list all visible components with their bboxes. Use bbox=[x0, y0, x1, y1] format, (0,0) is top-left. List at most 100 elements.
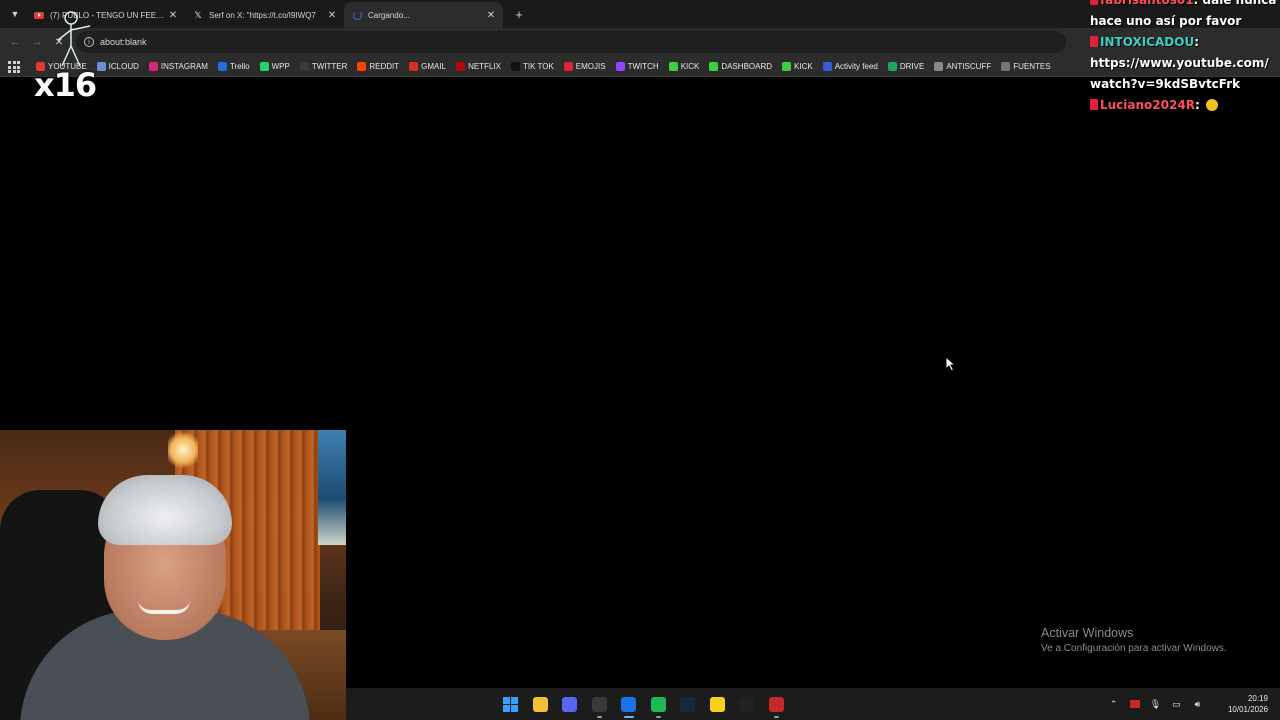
x-icon: 𝕏 bbox=[194, 9, 202, 20]
globe-icon bbox=[1001, 61, 1011, 71]
chat-line: INTOXICADOU: bbox=[1086, 32, 1280, 53]
bookmark-item[interactable]: FUENTES bbox=[1001, 61, 1051, 71]
system-tray: ⌃ 🎙︎ ▭ 🔊︎ 20:19 10/01/2026 bbox=[1103, 688, 1280, 720]
bookmark-item[interactable]: Trello bbox=[217, 61, 250, 71]
stickman-icon bbox=[57, 11, 91, 67]
forward-arrow-icon[interactable]: → bbox=[26, 31, 48, 53]
twitch-icon bbox=[615, 61, 625, 71]
browser-tab[interactable]: 𝕏 Serf on X: "https://t.co/I9IWQ7 ✕ bbox=[185, 2, 344, 28]
bookmark-item[interactable]: ANTISCUFF bbox=[934, 61, 991, 71]
drive-icon bbox=[887, 61, 897, 71]
emoji-icon bbox=[1205, 99, 1218, 111]
activation-subtitle: Ve a Configuración para activar Windows. bbox=[1041, 643, 1227, 654]
browser-tab[interactable]: (7) PUBLO - TENGO UN FEELING ✕ bbox=[26, 2, 185, 28]
address-bar[interactable]: i about:blank bbox=[76, 31, 1066, 53]
loading-spinner-icon bbox=[352, 10, 362, 20]
obs-icon bbox=[591, 696, 607, 712]
bookmark-item[interactable]: INSTAGRAM bbox=[148, 61, 208, 71]
bookmark-item[interactable]: DASHBOARD bbox=[709, 61, 773, 71]
kick-icon bbox=[668, 61, 678, 71]
chevron-up-icon[interactable]: ⌃ bbox=[1103, 688, 1124, 720]
bookmark-label: NETFLIX bbox=[468, 61, 501, 71]
address-text: about:blank bbox=[100, 37, 147, 47]
taskbar-app[interactable] bbox=[526, 688, 556, 720]
volume-icon[interactable]: 🔊︎ bbox=[1187, 688, 1208, 720]
bookmark-item[interactable]: ICLOUD bbox=[96, 61, 139, 71]
new-tab-button[interactable]: + bbox=[509, 4, 529, 24]
steam-icon bbox=[680, 696, 696, 712]
chat-username: INTOXICADOU bbox=[1100, 35, 1195, 49]
taskbar-app[interactable] bbox=[762, 688, 792, 720]
taskbar-app[interactable] bbox=[555, 688, 585, 720]
bookmark-item[interactable]: Activity feed bbox=[822, 61, 878, 71]
webcam-feed bbox=[0, 430, 346, 720]
chat-badge-icon bbox=[1090, 99, 1098, 110]
browser-tab[interactable]: Cargando... ✕ bbox=[344, 2, 503, 28]
chat-username: fabrisantos01 bbox=[1100, 0, 1194, 7]
x-icon bbox=[299, 61, 309, 71]
bookmark-item[interactable]: TWITCH bbox=[615, 61, 659, 71]
bookmark-item[interactable]: TWITTER bbox=[299, 61, 347, 71]
bookmark-item[interactable]: GMAIL bbox=[409, 61, 446, 71]
bookmark-label: EMOJIS bbox=[575, 61, 606, 71]
taskbar-app[interactable] bbox=[614, 688, 644, 720]
activation-title: Activar Windows bbox=[1041, 626, 1134, 640]
multiplier-overlay: x16 bbox=[34, 66, 97, 104]
chat-line: https://www.youtube.com/ bbox=[1086, 53, 1280, 74]
chat-badge-icon bbox=[1090, 0, 1098, 5]
clock-time: 20:19 bbox=[1247, 694, 1268, 703]
system-clock[interactable]: 20:19 10/01/2026 bbox=[1208, 693, 1280, 715]
close-tab-icon[interactable]: ✕ bbox=[167, 10, 179, 21]
tray-app-icon[interactable] bbox=[1124, 688, 1145, 720]
back-arrow-icon[interactable]: ← bbox=[4, 31, 26, 53]
taskbar-app[interactable] bbox=[703, 688, 733, 720]
running-indicator bbox=[624, 716, 634, 718]
bookmark-label: WPP bbox=[271, 61, 290, 71]
bookmark-item[interactable]: WPP bbox=[259, 61, 290, 71]
close-tab-icon[interactable]: ✕ bbox=[485, 10, 497, 21]
bookmark-label: TIK TOK bbox=[522, 61, 554, 71]
tab-list: (7) PUBLO - TENGO UN FEELING ✕ 𝕏 Serf on X:… bbox=[26, 0, 503, 28]
bookmark-item[interactable]: EMOJIS bbox=[563, 61, 606, 71]
chat-line: fabrisantos01: dale nunca bbox=[1086, 0, 1280, 11]
taskbar-app[interactable] bbox=[644, 688, 674, 720]
reddit-icon bbox=[357, 61, 367, 71]
chat-message: watch?v=9kdSBvtcFrk bbox=[1090, 77, 1241, 91]
bars-icon bbox=[934, 61, 944, 71]
tab-search-chevron-icon[interactable]: ▼ bbox=[4, 3, 26, 25]
bookmark-item[interactable]: NETFLIX bbox=[456, 61, 501, 71]
chat-separator: : bbox=[1194, 35, 1199, 49]
running-indicator bbox=[773, 716, 779, 718]
bookmark-label: KICK bbox=[680, 61, 700, 71]
bolt-icon bbox=[563, 61, 573, 71]
taskbar-app[interactable] bbox=[585, 688, 615, 720]
bookmark-label: DASHBOARD bbox=[721, 61, 773, 71]
bookmark-item[interactable]: DRIVE bbox=[887, 61, 924, 71]
bookmark-item[interactable]: KICK bbox=[668, 61, 700, 71]
capcut-icon bbox=[739, 696, 755, 712]
bookmark-item[interactable]: TIK TOK bbox=[510, 61, 554, 71]
close-tab-icon[interactable]: ✕ bbox=[326, 10, 338, 21]
chat-username: Luciano2024R bbox=[1100, 98, 1195, 112]
gmail-icon bbox=[409, 61, 419, 71]
bookmark-label: INSTAGRAM bbox=[160, 61, 208, 71]
bookmark-item[interactable]: REDDIT bbox=[357, 61, 399, 71]
apps-grid-icon[interactable] bbox=[6, 59, 20, 73]
taskbar-app[interactable] bbox=[496, 688, 526, 720]
chat-overlay: fabrisantos01: dale nunca hace uno así po… bbox=[1086, 0, 1280, 120]
tab-title: Cargando... bbox=[368, 10, 410, 20]
taskbar-app[interactable] bbox=[673, 688, 703, 720]
microphone-icon[interactable]: 🎙︎ bbox=[1145, 688, 1166, 720]
display-icon[interactable]: ▭ bbox=[1166, 688, 1187, 720]
chat-line: watch?v=9kdSBvtcFrk bbox=[1086, 74, 1280, 95]
bookmark-label: KICK bbox=[794, 61, 813, 71]
activity-icon bbox=[822, 61, 832, 71]
bookmark-item[interactable]: KICK bbox=[782, 61, 813, 71]
windows-taskbar: ⌃ 🎙︎ ▭ 🔊︎ 20:19 10/01/2026 bbox=[346, 688, 1280, 720]
start-icon bbox=[503, 696, 519, 712]
file-explorer-icon bbox=[532, 696, 548, 712]
windows-activation-watermark: Activar Windows Ve a Configuración para … bbox=[1041, 626, 1227, 654]
taskbar-app[interactable] bbox=[732, 688, 762, 720]
bookmark-label: TWITCH bbox=[627, 61, 659, 71]
bookmark-label: Trello bbox=[229, 61, 250, 71]
